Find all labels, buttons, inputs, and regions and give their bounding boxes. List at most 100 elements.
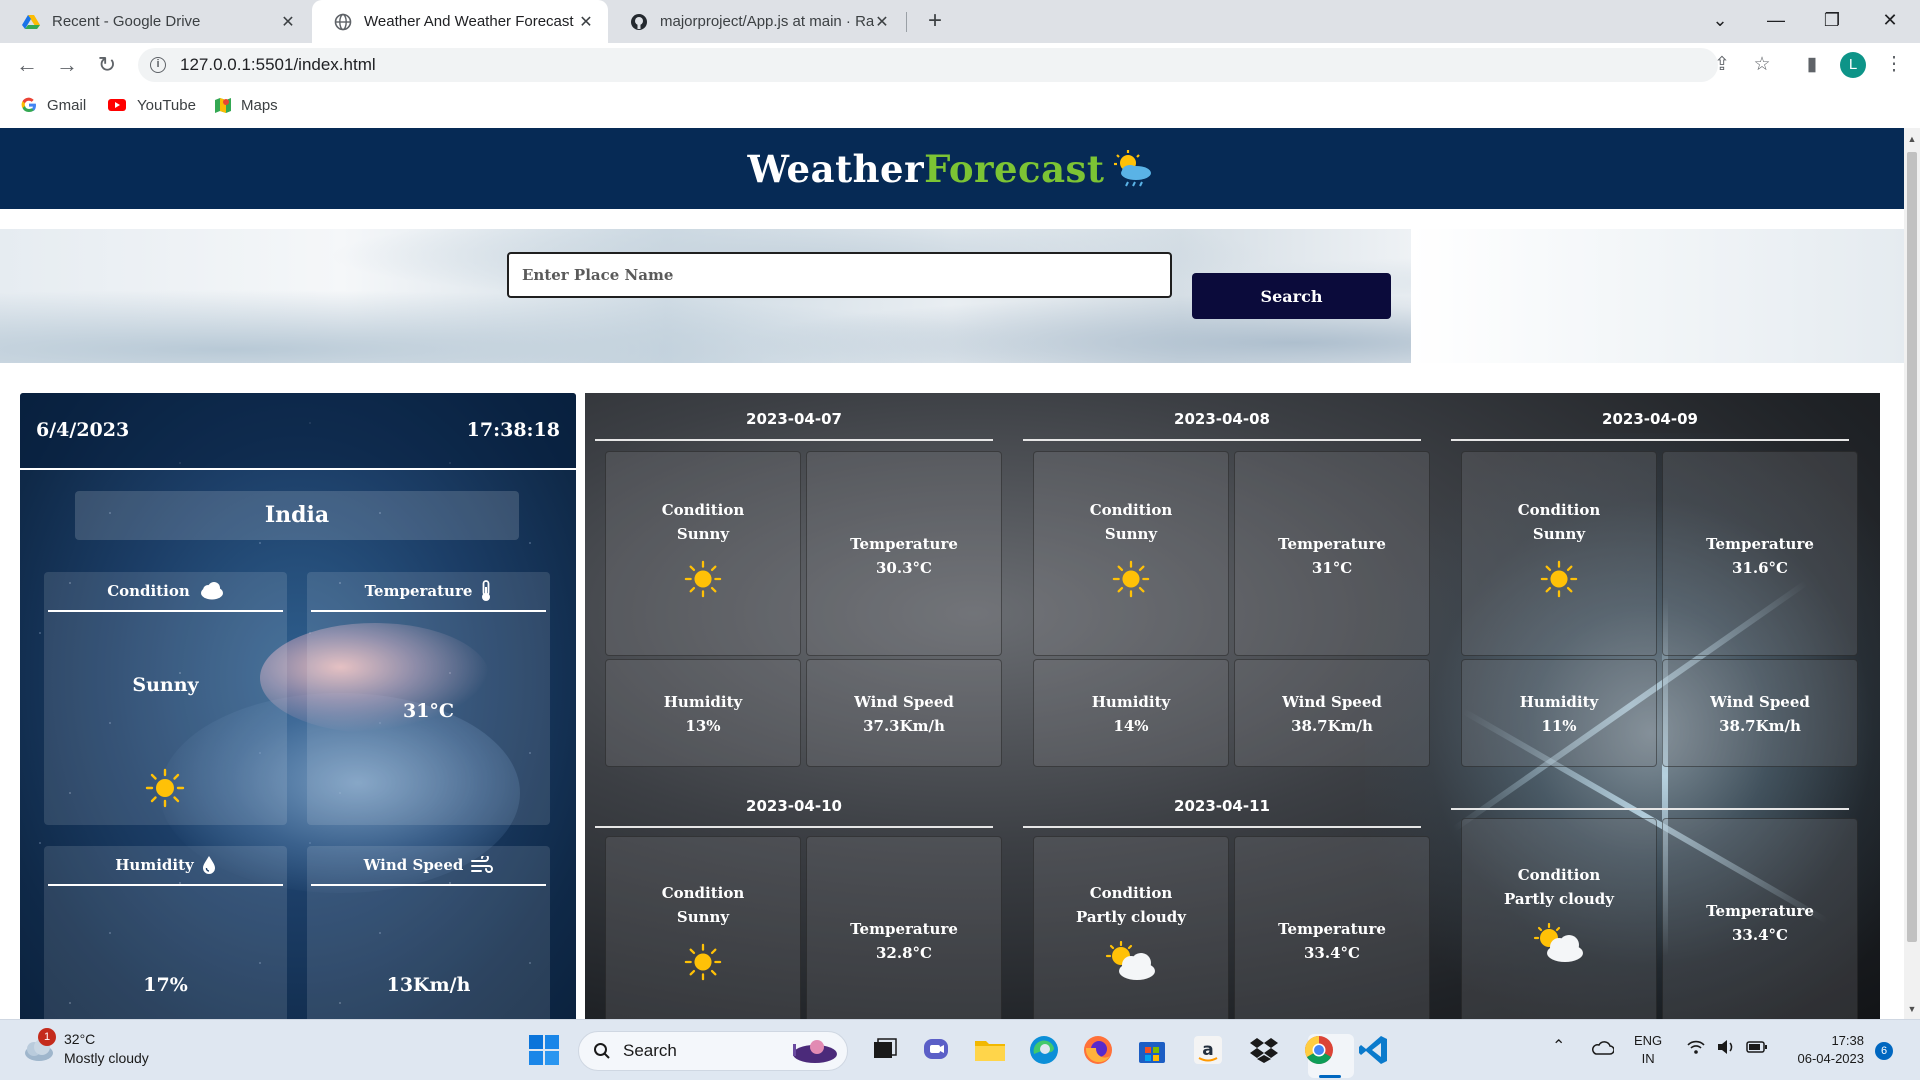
globe-icon <box>334 13 352 30</box>
close-icon[interactable]: ✕ <box>280 12 296 32</box>
cell-label: Temperature <box>1278 920 1386 938</box>
file-explorer-icon[interactable] <box>972 1032 1008 1068</box>
sun-icon <box>684 560 722 598</box>
droplet-icon <box>202 856 215 874</box>
tab-github[interactable]: majorproject/App.js at main · Rai ✕ <box>608 0 904 43</box>
scroll-thumb[interactable] <box>1907 152 1917 942</box>
tab-weather[interactable]: Weather And Weather Forecast - ✕ <box>312 0 608 43</box>
current-time: 17:38:18 <box>466 419 560 441</box>
browser-toolbar: ← → ↻ i 127.0.0.1:5501/index.html ⇪ ☆ ▮ … <box>0 43 1920 88</box>
back-button[interactable]: ← <box>12 50 42 80</box>
wifi-icon[interactable] <box>1686 1039 1706 1060</box>
search-button[interactable]: Search <box>1192 273 1391 319</box>
tab-google-drive[interactable]: Recent - Google Drive ✕ <box>0 0 310 43</box>
task-view-icon[interactable] <box>866 1032 902 1068</box>
teams-chat-icon[interactable] <box>918 1032 954 1068</box>
cell-label: Condition <box>1089 501 1173 519</box>
forecast-condition-cell: Condition Partly cloudy <box>1461 818 1657 1019</box>
close-icon[interactable]: ✕ <box>874 12 890 32</box>
tab-search-button[interactable]: ⌄ <box>1692 0 1748 40</box>
taskbar-search[interactable]: Search <box>578 1031 848 1071</box>
cell-label: Temperature <box>1706 902 1814 920</box>
cell-label: Humidity <box>1519 693 1599 711</box>
microsoft-store-icon[interactable] <box>1134 1032 1170 1068</box>
onedrive-icon[interactable] <box>1590 1040 1615 1061</box>
amazon-icon[interactable]: a <box>1190 1032 1226 1068</box>
address-bar[interactable]: i 127.0.0.1:5501/index.html <box>138 48 1718 82</box>
forecast-wind-cell: Wind Speed 38.7Km/h <box>1662 659 1858 767</box>
forecast-humidity-cell: Humidity 14% <box>1033 659 1229 767</box>
weather-text: 32°C Mostly cloudy <box>64 1030 149 1068</box>
svg-text:a: a <box>1202 1040 1213 1060</box>
notification-badge[interactable]: 6 <box>1875 1042 1893 1060</box>
edge-icon[interactable] <box>1026 1032 1062 1068</box>
share-icon[interactable]: ⇪ <box>1710 53 1734 77</box>
temperature-value: 33.4°C <box>1732 926 1788 944</box>
chrome-icon[interactable] <box>1301 1032 1337 1068</box>
card-label: Wind Speed <box>363 856 464 874</box>
taskbar-search-label: Search <box>623 1041 677 1060</box>
cell-label: Temperature <box>1706 535 1814 553</box>
forecast-temperature-cell: Temperature 31°C <box>1234 451 1430 656</box>
cell-label: Wind Speed <box>1282 693 1382 711</box>
forecast-condition-cell: Condition Sunny <box>605 836 801 1019</box>
forecast-day: 2023-04-07 Condition Sunny Temperature 3… <box>585 397 1003 767</box>
place-name: India <box>75 491 519 540</box>
bookmark-gmail[interactable]: Gmail <box>20 96 86 114</box>
forecast-humidity-cell: Humidity 13% <box>605 659 801 767</box>
background-edge <box>1411 229 1904 363</box>
bookmark-label: YouTube <box>137 96 196 114</box>
forward-button[interactable]: → <box>52 50 82 80</box>
weather-temp: 32°C <box>64 1031 96 1047</box>
condition-value: Partly cloudy <box>1075 908 1186 926</box>
page-scrollbar[interactable]: ▲ ▼ <box>1904 128 1920 1019</box>
cell-label: Condition <box>1089 884 1173 902</box>
taskbar-weather-widget[interactable]: 1 32°C Mostly cloudy <box>22 1028 149 1068</box>
partly-cloudy-icon <box>1533 923 1583 962</box>
dropbox-icon[interactable] <box>1246 1032 1282 1068</box>
scroll-up-arrow[interactable]: ▲ <box>1904 134 1920 144</box>
bookmark-maps[interactable]: Maps <box>214 96 278 114</box>
bookmark-youtube[interactable]: YouTube <box>106 96 196 114</box>
condition-value: Sunny <box>676 908 730 926</box>
logo-text-weather: Weather <box>747 146 925 191</box>
region-code: IN <box>1641 1051 1655 1066</box>
close-icon[interactable]: ✕ <box>578 12 594 32</box>
star-icon[interactable]: ☆ <box>1750 53 1774 77</box>
tab-strip: Recent - Google Drive ✕ Weather And Weat… <box>0 0 1920 43</box>
forecast-temperature-cell: Temperature 31.6°C <box>1662 451 1858 656</box>
maximize-button[interactable]: ❐ <box>1804 0 1860 40</box>
battery-icon[interactable] <box>1746 1040 1768 1059</box>
close-window-button[interactable]: ✕ <box>1862 0 1918 40</box>
site-logo[interactable]: Weather Forecast <box>748 147 1157 191</box>
firefox-icon[interactable] <box>1080 1032 1116 1068</box>
side-panel-icon[interactable]: ▮ <box>1800 53 1824 77</box>
show-hidden-icons[interactable]: ⌃ <box>1552 1038 1565 1056</box>
cloud-icon <box>200 582 223 600</box>
forecast-condition-cell: Condition Sunny <box>605 451 801 656</box>
clock-time: 17:38 <box>1831 1033 1864 1048</box>
place-search-input[interactable] <box>507 252 1172 298</box>
search-icon <box>594 1043 610 1059</box>
forecast-temperature-cell: Temperature 33.4°C <box>1234 836 1430 1019</box>
vscode-icon[interactable] <box>1356 1032 1392 1068</box>
volume-icon[interactable] <box>1716 1039 1736 1060</box>
info-icon[interactable]: i <box>150 57 166 73</box>
windows-start-icon[interactable] <box>528 1034 560 1066</box>
github-icon <box>631 13 647 30</box>
reload-button[interactable]: ↻ <box>92 50 122 80</box>
card-header: Humidity <box>48 846 283 886</box>
clock[interactable]: 17:38 06-04-2023 <box>1784 1032 1865 1068</box>
current-temperature-card: Temperature 31°C <box>307 572 550 825</box>
temperature-value: 33.4°C <box>1304 944 1360 962</box>
profile-avatar[interactable]: L <box>1840 52 1866 78</box>
scroll-down-arrow[interactable]: ▼ <box>1904 1004 1920 1014</box>
condition-value: Partly cloudy <box>1503 890 1614 908</box>
new-tab-button[interactable]: + <box>920 6 950 36</box>
cell-label: Condition <box>661 501 745 519</box>
menu-icon[interactable]: ⋮ <box>1882 53 1906 77</box>
wind-value: 38.7Km/h <box>1719 717 1801 735</box>
current-temperature-value: 31°C <box>402 700 455 722</box>
minimize-button[interactable]: — <box>1748 0 1804 40</box>
language-indicator[interactable]: ENG IN <box>1634 1032 1662 1068</box>
